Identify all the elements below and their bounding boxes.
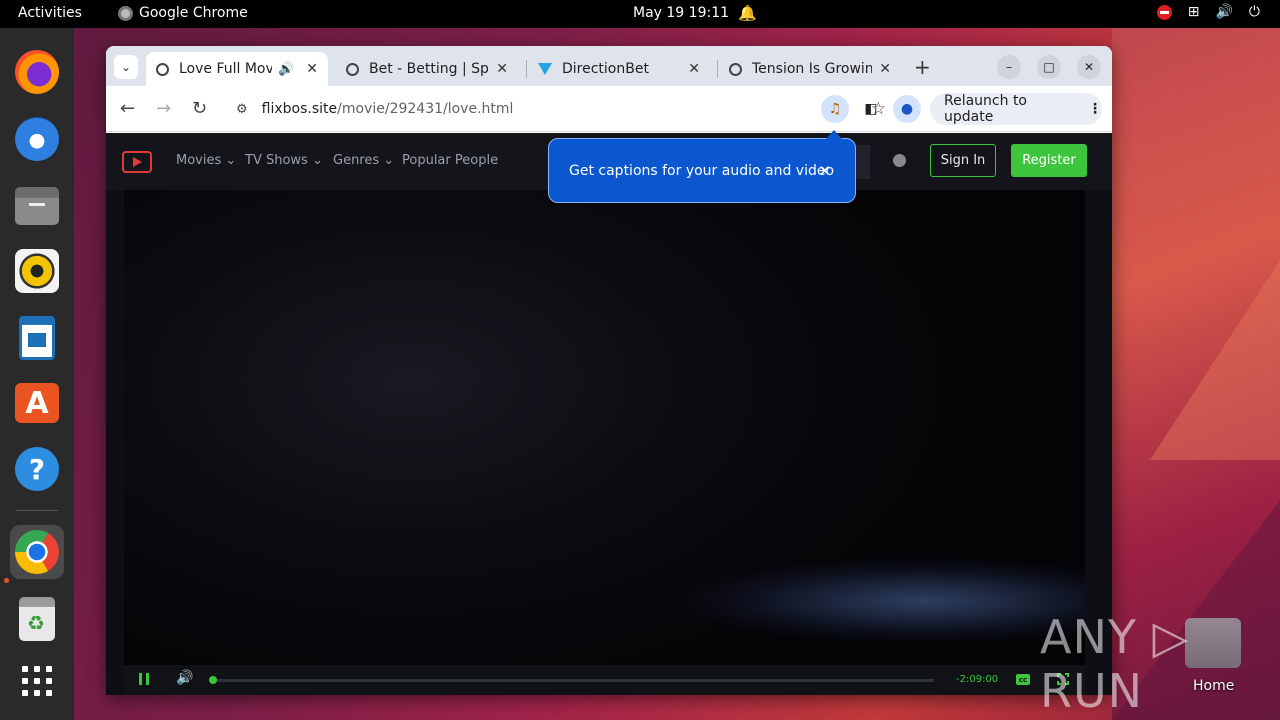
register-button[interactable]: Register xyxy=(1011,144,1087,177)
system-tray[interactable]: ⊞ 🔊 ⏻ xyxy=(1156,4,1260,20)
progress-bar[interactable] xyxy=(212,679,934,682)
tab-bet-betting[interactable]: Bet - Betting | Spo ✕ xyxy=(336,52,518,86)
firefox-icon xyxy=(15,50,59,94)
wallpaper-shard xyxy=(1150,260,1280,460)
power-icon: ⏻ xyxy=(1248,4,1260,20)
minimize-button[interactable]: – xyxy=(997,55,1021,79)
dock-app-center[interactable]: A xyxy=(10,376,64,430)
running-indicator xyxy=(4,578,9,583)
tab-separator xyxy=(717,60,718,78)
globe-icon xyxy=(346,62,359,76)
forward-icon[interactable]: → xyxy=(156,98,171,119)
nav-genres[interactable]: Genres ⌄ xyxy=(333,153,394,168)
help-icon: ? xyxy=(15,447,59,491)
relaunch-to-update-button[interactable]: Relaunch to update ⋮ xyxy=(930,93,1102,125)
nav-movies[interactable]: Movies ⌄ xyxy=(176,153,236,168)
close-tab-icon[interactable]: ✕ xyxy=(879,61,891,77)
globe-icon xyxy=(156,62,169,76)
bubble-text: Get captions for your audio and video xyxy=(569,162,835,179)
media-controls-icon[interactable]: ♫ xyxy=(821,95,849,123)
anyrun-watermark: ANY ▷ RUN xyxy=(1040,610,1189,718)
side-panel-icon[interactable]: ◧ xyxy=(857,95,885,123)
player-controls: 🔊 -2:09:00 cc xyxy=(124,665,1085,695)
pause-icon[interactable] xyxy=(139,673,149,685)
tab-directionbet[interactable]: DirectionBet ✕ xyxy=(528,52,710,86)
apps-grid-icon xyxy=(22,666,52,696)
rhythmbox-icon xyxy=(15,249,59,293)
dock-writer[interactable] xyxy=(10,311,64,365)
activities-button[interactable]: Activities xyxy=(18,5,82,21)
tab-title: Tension Is Growin xyxy=(752,61,872,77)
url-path: /movie/292431/love.html xyxy=(337,101,514,117)
reload-icon[interactable]: ↻ xyxy=(192,98,207,119)
url-host: flixbos.site xyxy=(261,101,338,117)
dock-chrome[interactable] xyxy=(10,525,64,579)
dock-thunderbird[interactable] xyxy=(10,112,64,166)
audio-playing-icon[interactable]: 🔊 xyxy=(278,62,294,77)
back-icon[interactable]: ← xyxy=(120,98,135,119)
tab-title: Bet - Betting | Spo xyxy=(369,61,489,77)
volume-icon: 🔊 xyxy=(1215,4,1233,20)
dock-help[interactable]: ? xyxy=(10,442,64,496)
clock[interactable]: May 19 19:11 xyxy=(633,5,729,21)
thunderbird-icon xyxy=(15,117,59,161)
address-bar[interactable]: ⚙ flixbos.site /movie/292431/love.html ☆ xyxy=(226,92,886,126)
video-frame[interactable] xyxy=(124,190,1085,665)
tab-love-full-movie[interactable]: Love Full Movi 🔊 ✕ xyxy=(146,52,328,86)
app-menu[interactable]: Google Chrome xyxy=(118,5,248,21)
top-bar: Activities Google Chrome May 19 19:11 🔔 … xyxy=(0,0,1280,28)
maximize-button[interactable]: □ xyxy=(1037,55,1061,79)
live-caption-promo-bubble: Get captions for your audio and video ✕ xyxy=(548,130,856,203)
language-globe-icon[interactable] xyxy=(893,154,906,167)
app-center-icon: A xyxy=(15,383,59,423)
tab-tension-is-growing[interactable]: Tension Is Growin ✕ xyxy=(719,52,901,86)
tab-search-button[interactable]: ⌄ xyxy=(114,55,138,79)
video-player[interactable]: 🔊 -2:09:00 cc xyxy=(124,190,1085,695)
site-logo-icon[interactable] xyxy=(122,151,152,173)
app-menu-label: Google Chrome xyxy=(139,5,248,21)
nav-popular-people[interactable]: Popular People xyxy=(402,153,498,168)
chrome-icon xyxy=(15,530,59,574)
trash-icon xyxy=(19,597,55,641)
do-not-disturb-icon xyxy=(1156,4,1172,20)
network-icon: ⊞ xyxy=(1187,4,1200,20)
directionbet-icon xyxy=(538,63,552,75)
notification-bell-icon[interactable]: 🔔 xyxy=(738,4,757,22)
nav-tv-shows[interactable]: TV Shows ⌄ xyxy=(245,153,323,168)
close-tab-icon[interactable]: ✕ xyxy=(306,61,318,77)
relaunch-label: Relaunch to update xyxy=(944,93,1028,125)
close-tab-icon[interactable]: ✕ xyxy=(496,61,508,77)
dock-firefox[interactable] xyxy=(10,45,64,99)
files-icon xyxy=(15,187,59,225)
video-scene xyxy=(504,510,1085,640)
web-page: Movies ⌄ TV Shows ⌄ Genres ⌄ Popular Peo… xyxy=(106,133,1112,695)
progress-knob[interactable] xyxy=(209,676,217,684)
dock-files[interactable] xyxy=(10,179,64,233)
dock-trash[interactable] xyxy=(10,592,64,646)
dock-show-apps[interactable] xyxy=(10,654,64,708)
close-window-button[interactable]: ✕ xyxy=(1077,55,1101,79)
dock-rhythmbox[interactable] xyxy=(10,244,64,298)
sign-in-button[interactable]: Sign In xyxy=(930,144,996,177)
writer-icon xyxy=(19,316,55,360)
close-icon[interactable]: ✕ xyxy=(818,162,831,180)
tab-strip: ⌄ Love Full Movi 🔊 ✕ Bet - Betting | Spo… xyxy=(106,46,1112,86)
new-tab-button[interactable]: + xyxy=(914,55,931,79)
captions-icon[interactable]: cc xyxy=(1016,674,1030,685)
dock: A ? xyxy=(0,28,74,720)
globe-icon xyxy=(729,62,742,76)
toolbar: ← → ↻ ⚙ flixbos.site /movie/292431/love.… xyxy=(106,86,1112,132)
tab-title: DirectionBet xyxy=(562,61,649,77)
profile-avatar-icon[interactable]: ● xyxy=(893,95,921,123)
chrome-icon xyxy=(118,5,133,21)
close-tab-icon[interactable]: ✕ xyxy=(688,61,700,77)
tab-separator xyxy=(526,60,527,78)
time-remaining: -2:09:00 xyxy=(956,674,999,685)
dock-separator xyxy=(16,510,58,511)
volume-icon[interactable]: 🔊 xyxy=(176,670,193,686)
menu-dots-icon[interactable]: ⋮ xyxy=(1088,101,1102,117)
tab-title: Love Full Movi xyxy=(179,61,273,77)
site-info-icon[interactable]: ⚙ xyxy=(236,102,248,117)
